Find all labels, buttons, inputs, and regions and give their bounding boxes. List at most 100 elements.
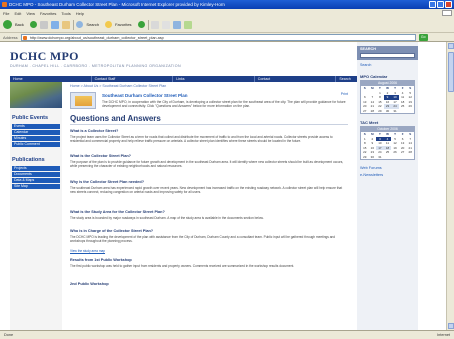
left-sidebar: Public Events Events Calendar Minutes Pu… [10, 82, 62, 330]
minimize-button[interactable] [429, 1, 436, 8]
calendar-grid: S M T W T F S 1 2 3 4 5 6 7 8 9 10 11 12 13 14 15 16 17 18 19 20 21… [361, 132, 414, 159]
question-heading: Who is in Charge of the Collector Street… [70, 229, 154, 233]
answer-text: The southeast Durham area has experience… [70, 186, 343, 195]
menu-file[interactable]: File [3, 11, 9, 16]
site-search-input[interactable] [360, 53, 415, 58]
document-description: The DCHC MPO, in cooperation with the Ci… [102, 100, 346, 109]
question-heading: 2nd Public Workshop [70, 282, 109, 286]
menu-favorites[interactable]: Favorites [40, 11, 56, 16]
media-icon[interactable] [137, 21, 145, 28]
calendar-title: MPO Calendar [360, 74, 388, 79]
question-heading: Why is the Collector Street Plan needed? [70, 180, 145, 184]
back-arrow-icon[interactable] [3, 20, 12, 29]
publications-title: Publications [12, 157, 45, 163]
edit-icon[interactable] [184, 20, 193, 29]
sidebar-item-calendar[interactable]: Calendar [12, 130, 60, 135]
windows-flag-icon [442, 10, 452, 16]
public-events-title: Public Events [12, 115, 49, 121]
close-button[interactable] [445, 1, 452, 8]
scroll-down-button[interactable] [448, 323, 454, 329]
calendar-date [399, 109, 407, 114]
document-row: Southeast Durham Collector Street Plan T… [70, 92, 348, 116]
sidebar-item-public-comment[interactable]: Public Comment [12, 142, 60, 147]
calendar-date[interactable]: 27 [361, 109, 369, 114]
favorites-label[interactable]: Favorites [115, 22, 131, 27]
header-photo [10, 82, 62, 108]
history-icon[interactable] [151, 20, 160, 29]
document-title[interactable]: Southeast Durham Collector Street Plan [102, 93, 188, 98]
address-label: Address [3, 34, 18, 40]
search-box-label: SEARCH [360, 47, 377, 51]
calendar-date [406, 155, 414, 160]
browser-toolbar: Back Search Favorites [0, 17, 454, 33]
refresh-icon[interactable] [50, 20, 59, 29]
scroll-thumb[interactable] [448, 52, 454, 92]
scroll-up-button[interactable] [448, 43, 454, 49]
search-icon[interactable] [76, 21, 84, 28]
window-controls [429, 1, 452, 8]
calendar-grid: S M T W T F S 1 2 3 4 5 6 7 8 9 10 11 12 13 14 15 16 17 18 19 20 21… [361, 86, 414, 113]
breadcrumb[interactable]: Home > About Us > Southeast Durham Colle… [70, 84, 166, 88]
go-button[interactable]: Go [418, 33, 428, 41]
calendar-date[interactable]: 29 [376, 109, 384, 114]
print-icon[interactable] [173, 20, 182, 29]
forward-arrow-icon[interactable] [29, 21, 37, 28]
answer-text: The purpose of the plan is to provide gu… [70, 160, 344, 169]
stop-icon[interactable] [39, 20, 48, 29]
sidebar-item-documents[interactable]: Documents [12, 172, 60, 177]
maximize-button[interactable] [437, 1, 444, 8]
calendar-date[interactable]: 31 [376, 155, 384, 160]
address-input[interactable]: http://www.dchcmpo.org/about_us/southeas… [20, 33, 416, 41]
enewsletters-link[interactable]: e-Newsletters [360, 173, 383, 177]
search-label[interactable]: Search [86, 22, 99, 27]
window-title: DCHC MPO - Southeast Durham Collector St… [9, 2, 225, 7]
sidebar-item-minutes[interactable]: Minutes [12, 136, 60, 141]
sidebar-item-data-maps[interactable]: Data & Maps [12, 178, 60, 183]
sidebar-item-events[interactable]: Events [12, 124, 60, 129]
status-bar: Done Internet [0, 330, 454, 339]
home-icon[interactable] [61, 20, 70, 29]
site-search-button[interactable]: Search [360, 63, 371, 67]
vertical-scrollbar[interactable] [446, 42, 454, 330]
sidebar-item-projects[interactable]: Projects [12, 166, 60, 171]
web-forums-link[interactable]: Web Forums [360, 166, 382, 170]
calendar-title: TAC Meet [360, 120, 379, 125]
menu-tools[interactable]: Tools [61, 11, 70, 16]
print-link[interactable]: Print [341, 92, 348, 96]
ie-icon [2, 2, 7, 7]
question-heading: What is the Collector Street Plan? [70, 154, 131, 158]
calendar-date [384, 155, 392, 160]
divider [70, 124, 348, 125]
calendar-date [391, 155, 399, 160]
answer-text: The DCHC MPO is leading the development … [70, 235, 336, 244]
calendar-date[interactable]: 28 [369, 109, 377, 114]
calendar-date[interactable]: 31 [391, 109, 399, 114]
main-content: Home > About Us > Southeast Durham Colle… [70, 82, 348, 330]
status-text: Done [4, 333, 14, 337]
site-subtitle: DURHAM . CHAPEL HILL . CARRBORO . METROP… [10, 64, 181, 68]
address-bar: Address http://www.dchcmpo.org/about_us/… [0, 33, 454, 42]
favorites-star-icon[interactable] [105, 21, 113, 28]
mail-icon[interactable] [162, 20, 171, 29]
right-sidebar: SEARCH Search MPO Calendar August 2006 S… [357, 42, 418, 330]
menu-help[interactable]: Help [76, 11, 84, 16]
back-label[interactable]: Back [15, 22, 24, 27]
document-thumbnail[interactable] [70, 92, 96, 109]
toolbar-separator [72, 19, 74, 30]
calendar-date [399, 155, 407, 160]
page-viewport: DCHC MPO DURHAM . CHAPEL HILL . CARRBORO… [0, 42, 454, 330]
menu-edit[interactable]: Edit [14, 11, 21, 16]
calendar-date[interactable]: 30 [369, 155, 377, 160]
answer-text: The first public workshop was held to ga… [70, 264, 295, 268]
site-logo[interactable]: DCHC MPO [10, 49, 79, 64]
calendar-widget: August 2006 S M T W T F S 1 2 3 4 5 6 7 8 9 10 11 12 13 14 15… [360, 80, 415, 114]
calendar-date[interactable]: 29 [361, 155, 369, 160]
question-heading: What is the Study Area for the Collector… [70, 210, 165, 214]
menu-view[interactable]: View [26, 11, 35, 16]
answer-text: The study area is bounded by major roadw… [70, 216, 264, 220]
sidebar-item-site-map[interactable]: Site Map [12, 184, 60, 189]
study-area-link[interactable]: View the study area map [70, 249, 105, 253]
calendar-date[interactable]: 30 [384, 109, 392, 114]
toolbar-separator [147, 19, 149, 30]
search-box: SEARCH [357, 46, 418, 60]
